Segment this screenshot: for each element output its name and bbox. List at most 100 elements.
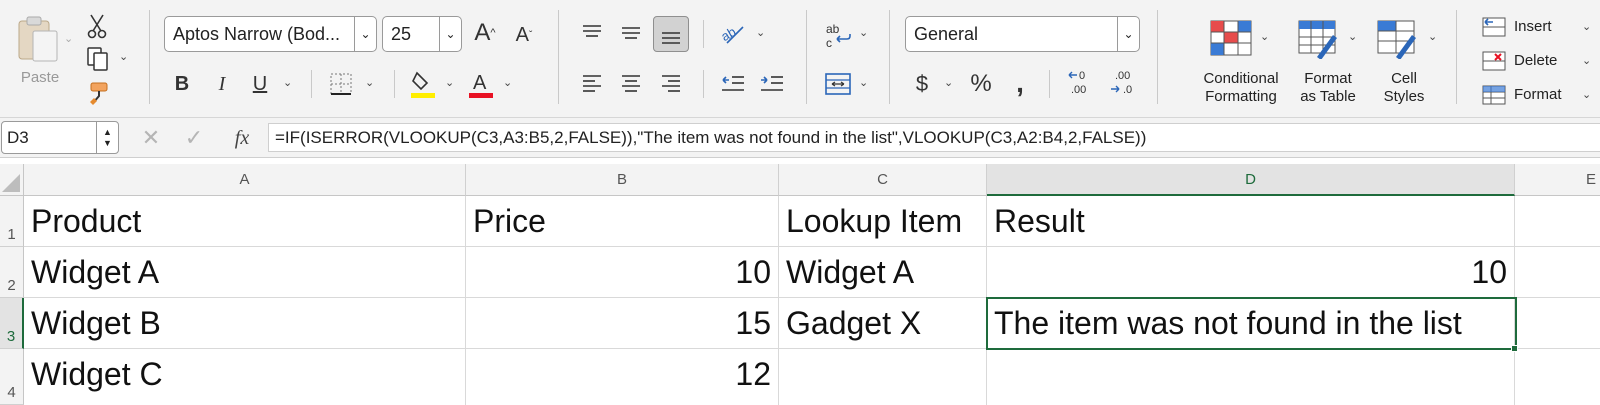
cell-b2[interactable]: 10 bbox=[466, 247, 779, 298]
font-color-icon[interactable]: A bbox=[466, 68, 496, 100]
cell-a4[interactable]: Widget C bbox=[24, 349, 466, 405]
row-header-3[interactable]: 3 bbox=[0, 298, 24, 349]
borders-icon[interactable] bbox=[327, 70, 355, 98]
paste-button[interactable] bbox=[10, 14, 66, 66]
format-as-table-chevron-icon[interactable]: ⌄ bbox=[1348, 30, 1357, 43]
chevron-down-icon[interactable]: ⌄ bbox=[439, 17, 461, 51]
underline-chevron-icon[interactable]: ⌄ bbox=[283, 76, 292, 89]
format-as-table-icon[interactable] bbox=[1296, 18, 1342, 60]
number-format-combobox[interactable]: General ⌄ bbox=[905, 16, 1140, 52]
name-box-stepper[interactable]: ▲ ▼ bbox=[96, 122, 118, 153]
insert-icon[interactable] bbox=[1480, 14, 1508, 40]
row-header-1[interactable]: 1 bbox=[0, 196, 24, 247]
comma-style-icon[interactable]: , bbox=[1008, 67, 1032, 98]
wrap-text-chevron-icon[interactable]: ⌄ bbox=[859, 26, 868, 39]
insert-chevron-icon[interactable]: ⌄ bbox=[1582, 20, 1591, 33]
cell-c1[interactable]: Lookup Item bbox=[779, 196, 987, 247]
format-icon[interactable] bbox=[1480, 82, 1508, 108]
cell-b4[interactable]: 12 bbox=[466, 349, 779, 405]
conditional-formatting-chevron-icon[interactable]: ⌄ bbox=[1260, 30, 1269, 43]
bold-icon[interactable]: B bbox=[170, 70, 194, 98]
insert-function-icon[interactable]: fx bbox=[228, 125, 256, 151]
insert-label[interactable]: Insert bbox=[1514, 18, 1552, 36]
cell-c3[interactable]: Gadget X bbox=[779, 298, 987, 349]
cut-icon[interactable] bbox=[84, 12, 110, 40]
copy-chevron-icon[interactable]: ⌄ bbox=[119, 50, 128, 63]
column-header-e[interactable]: E bbox=[1515, 164, 1600, 196]
cell-c4[interactable] bbox=[779, 349, 987, 405]
chevron-down-icon[interactable]: ▼ bbox=[103, 138, 112, 149]
cell-styles-icon[interactable] bbox=[1375, 18, 1421, 60]
percent-icon[interactable]: % bbox=[966, 70, 996, 98]
cell-e3[interactable] bbox=[1515, 298, 1600, 349]
decrease-decimal-icon[interactable]: .00.0 bbox=[1106, 66, 1140, 100]
copy-icon[interactable] bbox=[84, 45, 112, 73]
chevron-up-icon[interactable]: ▲ bbox=[103, 127, 112, 138]
fill-color-chevron-icon[interactable]: ⌄ bbox=[445, 76, 454, 89]
increase-font-size-icon[interactable]: A ^ bbox=[470, 18, 500, 48]
orientation-icon[interactable]: ab bbox=[718, 18, 750, 48]
underline-icon[interactable]: U bbox=[248, 70, 272, 98]
cell-e4[interactable] bbox=[1515, 349, 1600, 405]
font-size-combobox[interactable]: 25 ⌄ bbox=[382, 16, 462, 52]
cancel-icon[interactable]: ✕ bbox=[140, 125, 162, 150]
cell-c2[interactable]: Widget A bbox=[779, 247, 987, 298]
name-box[interactable]: D3 ▲ ▼ bbox=[1, 121, 119, 154]
borders-chevron-icon[interactable]: ⌄ bbox=[365, 76, 374, 89]
align-right-icon[interactable] bbox=[657, 70, 685, 96]
conditional-formatting-line1: Conditional bbox=[1203, 70, 1279, 87]
cell-styles-chevron-icon[interactable]: ⌄ bbox=[1428, 30, 1437, 43]
currency-icon[interactable]: $ bbox=[908, 70, 936, 98]
cell-a2[interactable]: Widget A bbox=[24, 247, 466, 298]
cell-b1[interactable]: Price bbox=[466, 196, 779, 247]
orientation-chevron-icon[interactable]: ⌄ bbox=[756, 26, 765, 39]
column-header-a[interactable]: A bbox=[24, 164, 466, 196]
ribbon: ⌄ Paste ⌄ Aptos Narrow (Bod... ⌄ 25 ⌄ A ^… bbox=[0, 0, 1600, 118]
align-middle-icon[interactable] bbox=[617, 20, 645, 44]
increase-indent-icon[interactable] bbox=[757, 70, 787, 96]
delete-label[interactable]: Delete bbox=[1514, 52, 1557, 70]
delete-chevron-icon[interactable]: ⌄ bbox=[1582, 54, 1591, 67]
cell-a1[interactable]: Product bbox=[24, 196, 466, 247]
chevron-down-icon[interactable]: ⌄ bbox=[1117, 17, 1139, 51]
row-header-2[interactable]: 2 bbox=[0, 247, 24, 298]
italic-icon[interactable]: I bbox=[210, 70, 234, 98]
align-bottom-icon[interactable] bbox=[653, 16, 689, 52]
merge-center-icon[interactable] bbox=[822, 70, 854, 98]
formula-input[interactable]: =IF(ISERROR(VLOOKUP(C3,A3:B5,2,FALSE)),"… bbox=[268, 123, 1600, 152]
increase-decimal-icon[interactable]: 0.00 bbox=[1064, 66, 1098, 100]
cell-a3[interactable]: Widget B bbox=[24, 298, 466, 349]
cell-d4[interactable] bbox=[987, 349, 1515, 405]
column-header-b[interactable]: B bbox=[466, 164, 779, 196]
currency-chevron-icon[interactable]: ⌄ bbox=[944, 76, 953, 89]
cell-b3[interactable]: 15 bbox=[466, 298, 779, 349]
merge-chevron-icon[interactable]: ⌄ bbox=[859, 76, 868, 89]
column-header-d[interactable]: D bbox=[987, 164, 1515, 196]
font-name-combobox[interactable]: Aptos Narrow (Bod... ⌄ bbox=[164, 16, 377, 52]
fill-handle[interactable] bbox=[1511, 345, 1518, 352]
cell-e2[interactable] bbox=[1515, 247, 1600, 298]
align-center-icon[interactable] bbox=[617, 70, 645, 96]
format-chevron-icon[interactable]: ⌄ bbox=[1582, 88, 1591, 101]
column-header-c[interactable]: C bbox=[779, 164, 987, 196]
align-left-icon[interactable] bbox=[578, 70, 606, 96]
font-color-chevron-icon[interactable]: ⌄ bbox=[503, 76, 512, 89]
delete-icon[interactable] bbox=[1480, 48, 1508, 74]
decrease-font-size-icon[interactable]: Aˇ bbox=[510, 20, 538, 50]
format-label[interactable]: Format bbox=[1514, 86, 1562, 104]
wrap-text-icon[interactable]: ab c bbox=[822, 20, 854, 52]
cell-e1[interactable] bbox=[1515, 196, 1600, 247]
row-header-4[interactable]: 4 bbox=[0, 349, 24, 405]
decrease-indent-icon[interactable] bbox=[718, 70, 748, 96]
cell-d2[interactable]: 10 bbox=[987, 247, 1515, 298]
chevron-down-icon[interactable]: ⌄ bbox=[354, 17, 376, 51]
select-all-corner[interactable] bbox=[0, 164, 24, 196]
cell-d1[interactable]: Result bbox=[987, 196, 1515, 247]
conditional-formatting-icon[interactable] bbox=[1208, 18, 1254, 58]
enter-icon[interactable]: ✓ bbox=[183, 125, 205, 150]
fill-color-icon[interactable] bbox=[408, 68, 438, 100]
paste-chevron-icon[interactable]: ⌄ bbox=[64, 32, 73, 45]
conditional-formatting-label: Conditional Formatting bbox=[1186, 70, 1296, 106]
align-top-icon[interactable] bbox=[578, 20, 606, 44]
format-painter-icon[interactable] bbox=[86, 79, 114, 107]
